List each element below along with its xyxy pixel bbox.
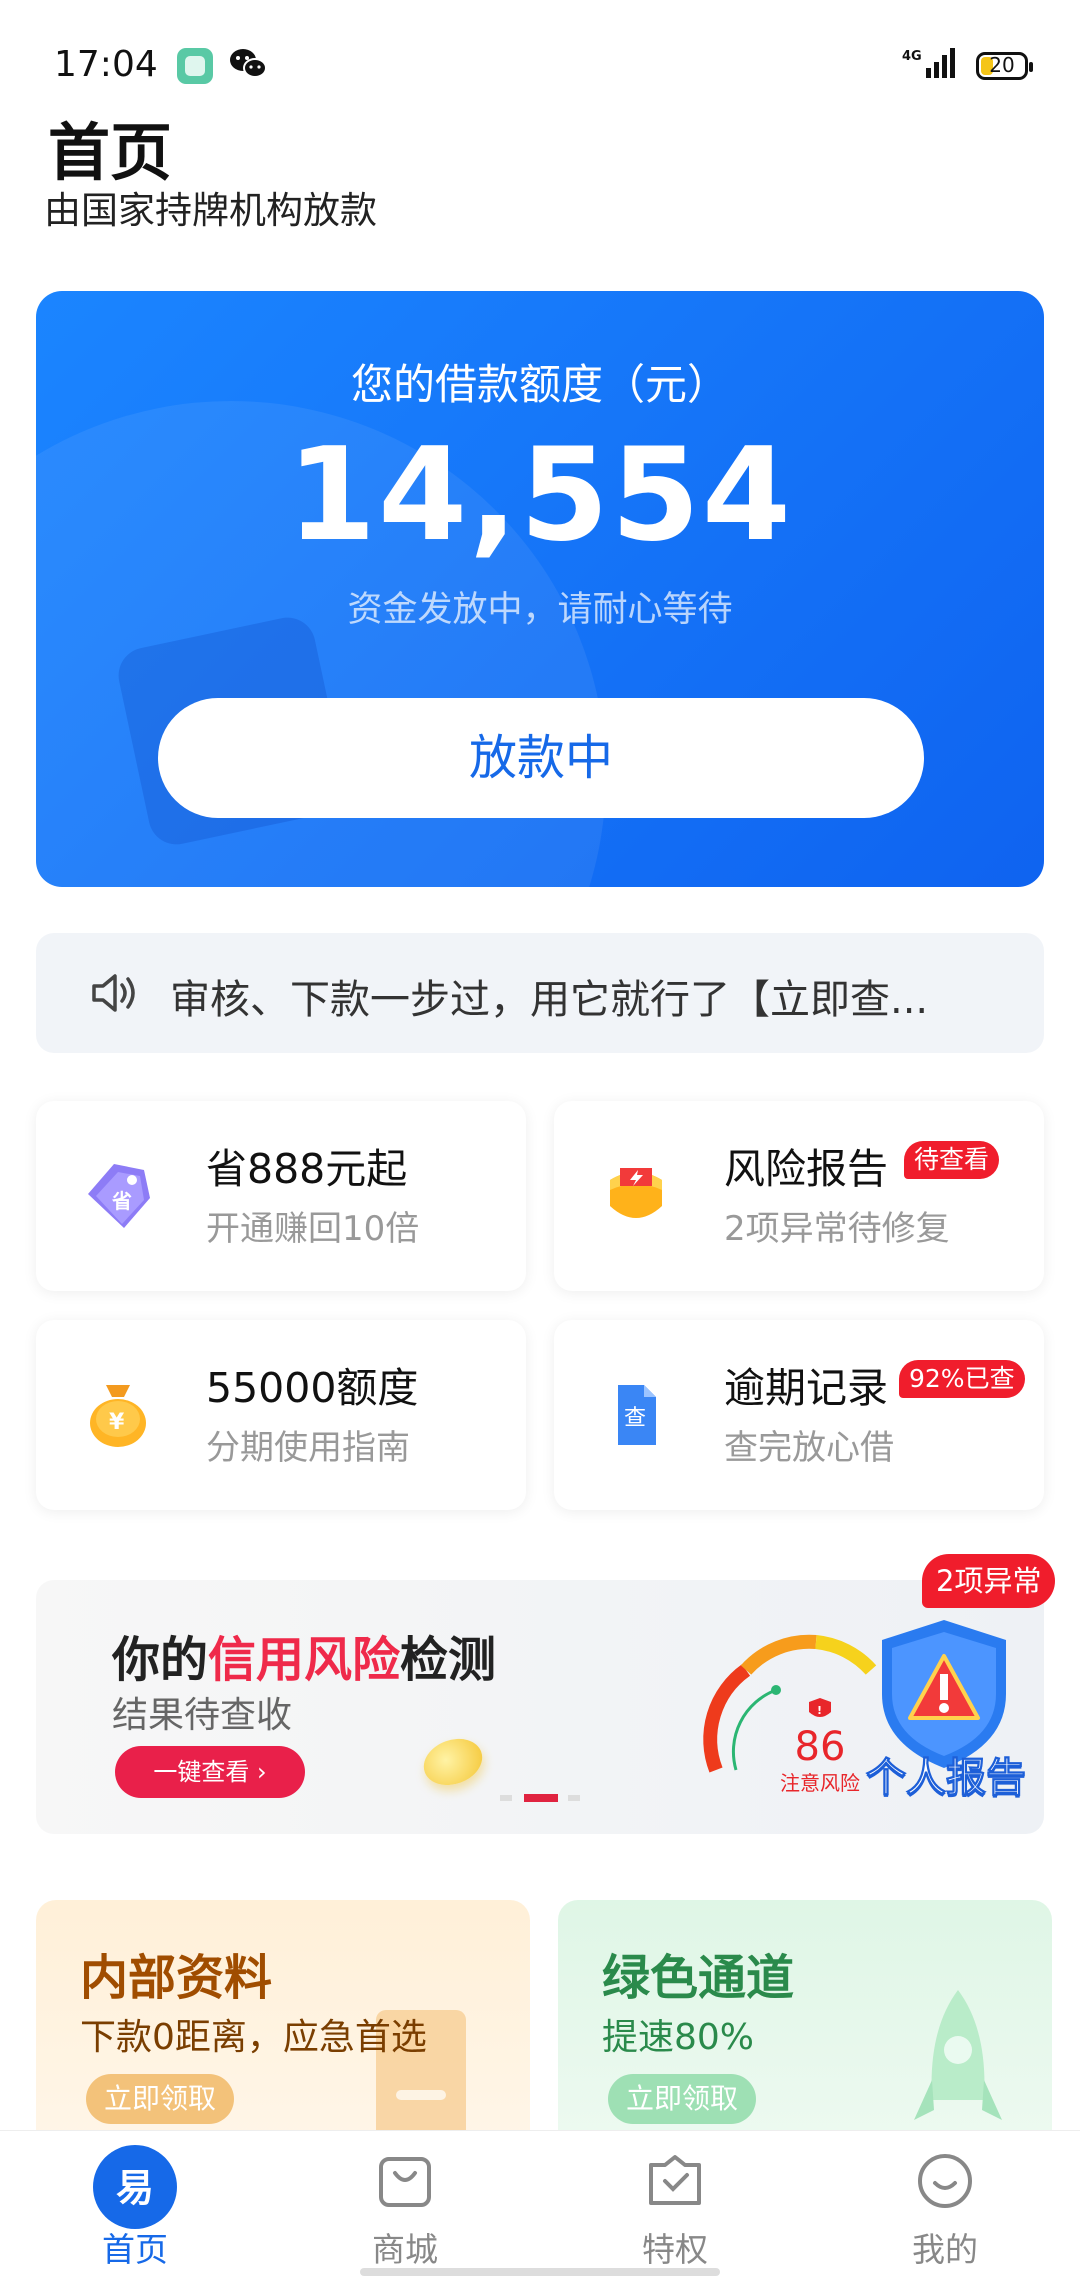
svg-text:省: 省: [111, 1189, 132, 1213]
banner-subtitle: 结果待查收: [112, 1695, 293, 1736]
discount-tag-icon: 省: [88, 1164, 150, 1228]
signal-icon: 4G: [902, 48, 955, 78]
loan-limit-amount: 14,554: [287, 421, 793, 570]
promo-title: 内部资料: [80, 1950, 273, 2006]
tab-profile[interactable]: 我的: [845, 2151, 1045, 2271]
loan-limit-label: 您的借款额度（元）: [350, 360, 729, 409]
card-title: 55000额度: [206, 1364, 419, 1412]
card-risk-report[interactable]: 风险报告 2项异常待修复 待查看: [554, 1101, 1044, 1291]
tab-label: 我的: [912, 2230, 978, 2269]
promo-subtitle: 提速80%: [602, 2017, 755, 2058]
card-subtitle: 2项异常待修复: [724, 1209, 950, 1249]
page-title: 首页: [48, 116, 173, 189]
notice-bar[interactable]: 审核、下款一步过，用它就行了【立即查...: [36, 933, 1044, 1053]
tab-label: 特权: [642, 2230, 708, 2269]
card-save-money[interactable]: 省 省888元起 开通赚回10倍: [36, 1101, 526, 1291]
tab-home[interactable]: 易 首页: [35, 2145, 235, 2271]
shopping-bag-icon: [379, 2157, 431, 2207]
tab-label: 商城: [372, 2230, 438, 2269]
banner-title-highlight: 信用风险: [208, 1632, 401, 1688]
svg-text:查: 查: [624, 1406, 646, 1431]
status-time: 17:04: [54, 44, 158, 85]
banner-title: 你的信用风险检测: [112, 1620, 496, 1690]
promo-green-channel[interactable]: 绿色通道 提速80% 立即领取: [558, 1900, 1052, 2160]
promo-title: 绿色通道: [602, 1950, 795, 2006]
loan-status-button[interactable]: 放款中: [158, 698, 924, 818]
app-notification-icon: [177, 48, 213, 84]
gauge-score: 86: [795, 1724, 846, 1770]
view-now-button[interactable]: 一键查看 ›: [115, 1746, 305, 1798]
speaker-icon: [92, 974, 135, 1012]
home-icon: 易: [93, 2145, 177, 2229]
card-overdue-record[interactable]: 查 逾期记录 查完放心借 92%已查: [554, 1320, 1044, 1510]
card-title: 省888元起: [206, 1145, 408, 1193]
battery-level: 20: [989, 53, 1015, 77]
card-subtitle: 分期使用指南: [206, 1428, 410, 1468]
credit-risk-banner[interactable]: 你的信用风险检测 结果待查收 一键查看 › ! 86 注意风险 个人报告 2项异…: [36, 1554, 1056, 1834]
carousel-dot: [500, 1795, 512, 1801]
profile-icon: [918, 2154, 972, 2208]
status-badge: 92%已查: [899, 1360, 1025, 1398]
tab-privilege[interactable]: 特权: [575, 2151, 775, 2271]
card-subtitle: 开通赚回10倍: [206, 1209, 420, 1249]
tab-mall[interactable]: 商城: [305, 2151, 505, 2271]
svg-text:¥: ¥: [109, 1410, 125, 1435]
claim-button[interactable]: 立即领取: [608, 2074, 757, 2124]
card-subtitle: 查完放心借: [724, 1428, 894, 1468]
battery-icon: 20: [976, 52, 1033, 80]
gauge-label: 注意风险: [780, 1771, 860, 1795]
promo-internal-info[interactable]: 内部资料 下款0距离，应急首选 立即领取: [36, 1900, 530, 2160]
tab-label: 首页: [102, 2230, 168, 2269]
loan-status-note: 资金发放中，请耐心等待: [347, 590, 733, 630]
banner-title-prefix: 你的: [112, 1632, 209, 1688]
risk-report-icon: [610, 1168, 662, 1218]
card-credit-limit[interactable]: ¥ 55000额度 分期使用指南: [36, 1320, 526, 1510]
coin-icon: [417, 1731, 489, 1793]
svg-text:易: 易: [116, 2166, 154, 2210]
loan-limit-card: 您的借款额度（元） 14,554 资金发放中，请耐心等待 放款中: [36, 291, 1044, 887]
promo-subtitle: 下款0距离，应急首选: [80, 2017, 427, 2058]
notice-text: 审核、下款一步过，用它就行了【立即查...: [170, 977, 929, 1023]
carousel-indicator: [500, 1794, 580, 1802]
banner-title-suffix: 检测: [400, 1632, 497, 1688]
anomaly-badge: 2项异常: [922, 1554, 1056, 1608]
card-title: 风险报告: [724, 1145, 888, 1193]
card-title: 逾期记录: [724, 1364, 888, 1412]
search-document-icon: 查: [618, 1385, 656, 1445]
money-bag-icon: ¥: [90, 1385, 146, 1447]
claim-button[interactable]: 立即领取: [86, 2074, 235, 2124]
carousel-dot-active: [524, 1794, 558, 1802]
home-indicator[interactable]: [360, 2268, 720, 2276]
personal-report-label: 个人报告: [866, 1755, 1027, 1802]
network-type: 4G: [902, 49, 922, 64]
carousel-dot: [568, 1795, 580, 1801]
privilege-icon: [649, 2155, 701, 2205]
status-bar: 17:04 4G 20: [0, 0, 1080, 96]
status-badge: 待查看: [904, 1141, 1000, 1179]
bottom-tab-bar: 易 首页 商城 特权 我的: [0, 2130, 1080, 2280]
page-subtitle: 由国家持牌机构放款: [44, 189, 377, 232]
svg-text:!: !: [817, 1704, 822, 1717]
wechat-icon: [230, 49, 267, 78]
